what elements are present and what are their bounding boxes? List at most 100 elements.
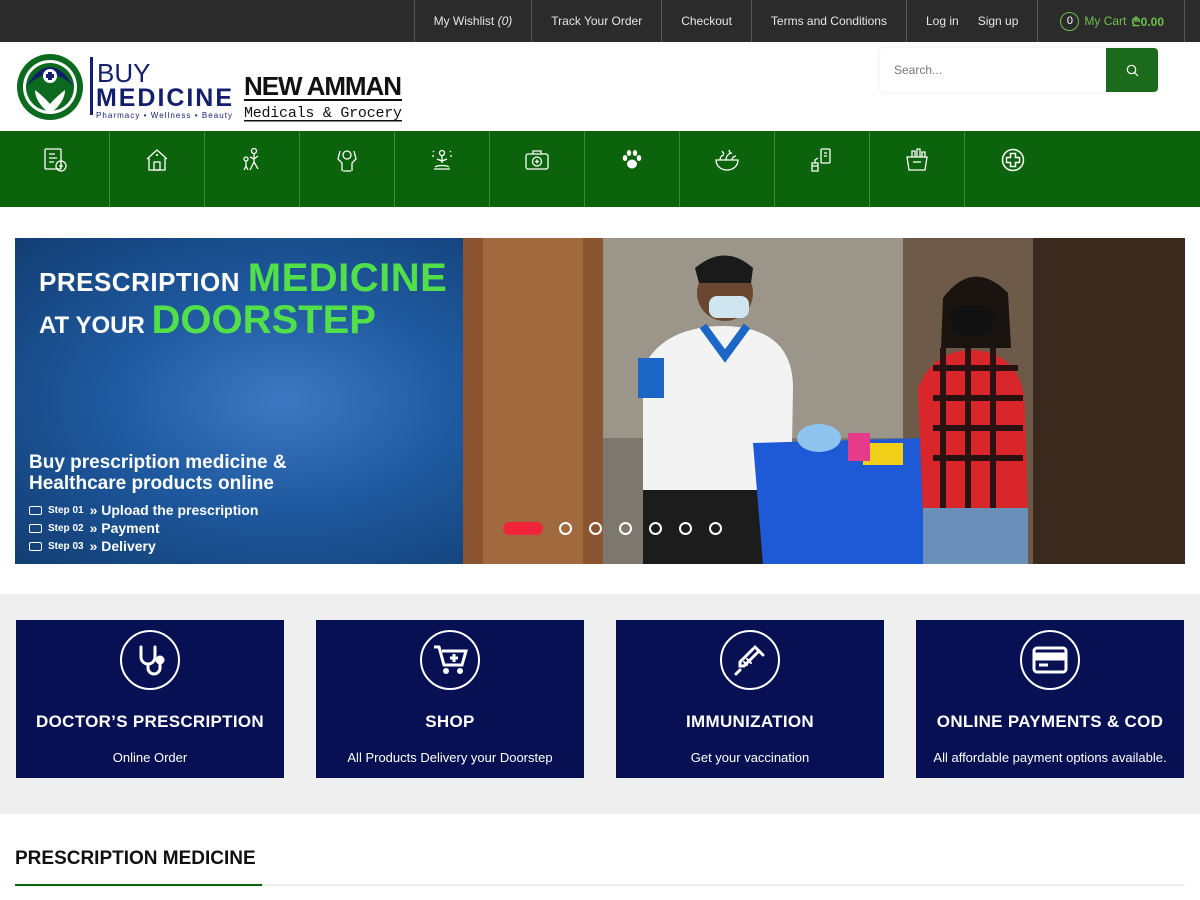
feature-title: ONLINE PAYMENTS & COD xyxy=(936,712,1164,731)
new-amman-logo[interactable]: NEW AMMAN Medicals & Grocery xyxy=(242,62,417,124)
nav-item-mother-baby[interactable] xyxy=(205,131,300,207)
terms-link[interactable]: Terms and Conditions xyxy=(750,0,906,42)
site-header: BUY MEDICINE Pharmacy • Wellness • Beaut… xyxy=(0,42,1200,131)
banner-h1-green: MEDICINE xyxy=(247,256,448,300)
banner-step-1: Step 01 » Upload the prescription xyxy=(29,502,258,518)
grocery-icon xyxy=(906,148,928,171)
chevron-icon: » xyxy=(89,538,102,554)
prescription-icon xyxy=(43,148,67,172)
credit-card-icon xyxy=(1032,646,1068,674)
feature-icon-circle xyxy=(720,630,780,690)
wishlist-label: My Wishlist xyxy=(433,14,495,28)
banner-step-3: Step 03 » Delivery xyxy=(29,538,156,554)
feature-subtitle: Online Order xyxy=(112,750,188,765)
banner-subtitle: Buy prescription medicine & Healthcare p… xyxy=(29,452,287,494)
nav-item-devices[interactable] xyxy=(775,131,870,207)
slider-dot-6[interactable] xyxy=(679,522,692,535)
slider-dot-3[interactable] xyxy=(589,522,602,535)
banner-headline-2: AT YOUR DOORSTEP xyxy=(39,298,376,343)
personal-care-icon xyxy=(337,150,357,172)
feature-subtitle: Get your vaccination xyxy=(690,750,810,765)
slider-dot-4[interactable] xyxy=(619,522,632,535)
chevron-icon: » xyxy=(89,502,102,518)
feature-title: IMMUNIZATION xyxy=(686,712,814,731)
feature-icon-circle xyxy=(420,630,480,690)
slider-dots xyxy=(503,522,739,535)
step-1-text: Upload the prescription xyxy=(101,502,259,518)
slider-dot-2[interactable] xyxy=(559,522,572,535)
home-care-icon xyxy=(146,149,168,171)
nav-item-grocery[interactable] xyxy=(870,131,965,207)
track-order-link[interactable]: Track Your Order xyxy=(531,0,661,42)
banner-h2-white: AT YOUR xyxy=(39,312,145,339)
cart-plus-icon xyxy=(434,645,468,674)
stethoscope-icon xyxy=(139,645,165,676)
feature-doctors-prescription[interactable]: DOCTOR’S PRESCRIPTION Online Order xyxy=(16,620,284,778)
section-title-underline xyxy=(15,884,262,886)
banner-step-2: Step 02 » Payment xyxy=(29,520,160,536)
food-nutrition-icon xyxy=(715,149,739,171)
syringe-icon xyxy=(734,645,765,676)
delivery-scene-image xyxy=(463,238,1185,564)
banner-h1-white: PRESCRIPTION xyxy=(39,267,241,297)
slider-dot-5[interactable] xyxy=(649,522,662,535)
search-button[interactable] xyxy=(1106,48,1158,92)
cart-link[interactable]: 0 My Cart ₾0.00 xyxy=(1037,0,1185,42)
feature-icon-circle xyxy=(1020,630,1080,690)
cart-count-badge: 0 xyxy=(1060,11,1080,31)
slider-dot-1[interactable] xyxy=(503,522,543,535)
step-1-num: Step 01 xyxy=(48,504,84,516)
hero-banner: PRESCRIPTION MEDICINE AT YOUR DOORSTEP B… xyxy=(15,238,1185,564)
section-title: PRESCRIPTION MEDICINE xyxy=(15,848,256,869)
top-bar: My Wishlist (0) Track Your Order Checkou… xyxy=(0,0,1200,42)
login-link[interactable]: Log in xyxy=(905,0,978,42)
checkout-link[interactable]: Checkout xyxy=(661,0,751,42)
nav-item-health-plus[interactable] xyxy=(965,131,1060,207)
upload-icon xyxy=(29,505,42,515)
step-2-text: Payment xyxy=(101,520,160,536)
feature-online-payments[interactable]: ONLINE PAYMENTS & COD All affordable pay… xyxy=(916,620,1184,778)
feature-title: SHOP xyxy=(425,712,475,731)
signup-link[interactable]: Sign up xyxy=(978,0,1038,42)
cart-total: ₾0.00 xyxy=(1131,14,1164,29)
feature-title: DOCTOR’S PRESCRIPTION xyxy=(36,712,264,731)
banner-photo xyxy=(463,238,1185,564)
step-2-num: Step 02 xyxy=(48,522,84,534)
logo2-line1: NEW AMMAN xyxy=(244,71,402,101)
first-aid-icon xyxy=(525,150,549,170)
nav-item-wellness[interactable] xyxy=(395,131,490,207)
top-links: My Wishlist (0) Track Your Order Checkou… xyxy=(413,0,1185,42)
buy-medicine-logo[interactable]: BUY MEDICINE Pharmacy • Wellness • Beaut… xyxy=(15,52,235,122)
feature-immunization[interactable]: IMMUNIZATION Get your vaccination xyxy=(616,620,884,778)
logo-tagline-text: Pharmacy • Wellness • Beauty xyxy=(96,111,232,120)
pet-care-icon xyxy=(622,150,642,169)
step-3-text: Delivery xyxy=(101,538,156,554)
devices-icon xyxy=(811,148,831,172)
nav-item-first-aid[interactable] xyxy=(490,131,585,207)
feature-subtitle: All affordable payment options available… xyxy=(933,750,1167,765)
search-bar xyxy=(880,48,1158,92)
nav-item-home-care[interactable] xyxy=(110,131,205,207)
nav-item-personal-care[interactable] xyxy=(300,131,395,207)
wellness-icon xyxy=(432,149,452,170)
nav-item-food-nutrition[interactable] xyxy=(680,131,775,207)
feature-icon-circle xyxy=(120,630,180,690)
payment-icon xyxy=(29,523,42,533)
nav-item-pet-care[interactable] xyxy=(585,131,680,207)
mother-baby-icon xyxy=(243,147,259,171)
wishlist-count: (0) xyxy=(497,14,513,28)
feature-subtitle: All Products Delivery your Doorstep xyxy=(347,750,553,765)
nav-item-prescription[interactable] xyxy=(0,131,110,207)
health-plus-icon xyxy=(1001,148,1024,172)
feature-shop[interactable]: SHOP All Products Delivery your Doorstep xyxy=(316,620,584,778)
search-icon xyxy=(1126,64,1138,76)
logo-medicine-text: MEDICINE xyxy=(96,84,232,112)
slider-dot-7[interactable] xyxy=(709,522,722,535)
wishlist-link[interactable]: My Wishlist (0) xyxy=(413,0,532,42)
features-section: DOCTOR’S PRESCRIPTION Online Order SHOP … xyxy=(0,594,1200,814)
logo2-line2: Medicals & Grocery xyxy=(244,105,402,122)
chevron-icon: » xyxy=(89,520,102,536)
search-input[interactable] xyxy=(880,48,1106,92)
banner-headline-1: PRESCRIPTION MEDICINE xyxy=(39,256,447,301)
category-nav xyxy=(0,131,1200,207)
